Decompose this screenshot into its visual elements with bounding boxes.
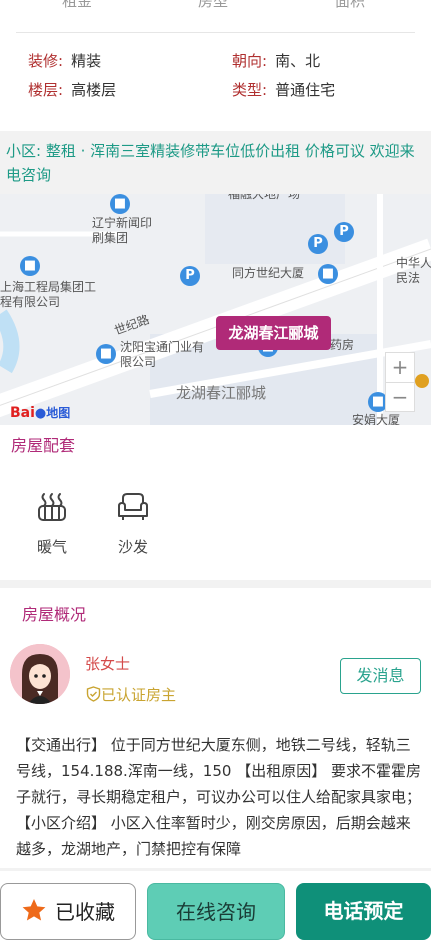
map-label: 沈阳宝通门业有限公司 xyxy=(120,340,205,369)
attr-value: 高楼层 xyxy=(71,81,117,99)
listing-attributes-card: 租金 房型 面积 装修: 精装 朝向: 南、北 楼层: 高楼层 类型: 普通住宅 xyxy=(0,0,431,131)
floor-attr: 楼层: 高楼层 xyxy=(28,79,116,100)
facilities-section: 房屋配套 暖气 沙发 xyxy=(0,425,431,580)
attr-key: 楼层: xyxy=(28,81,64,99)
facility-label: 沙发 xyxy=(117,538,148,556)
map-zoom-control: + − xyxy=(385,352,415,412)
cut-label-row: 租金 房型 面积 xyxy=(0,0,431,12)
zoom-in-button[interactable]: + xyxy=(386,353,414,382)
map-label: 龙湖春江郦城 xyxy=(176,384,267,402)
online-consult-button[interactable]: 在线咨询 xyxy=(147,883,285,940)
decoration-attr: 装修: 精装 xyxy=(28,50,101,71)
phone-booking-button[interactable]: 电话预定 xyxy=(296,883,431,940)
favorite-button[interactable]: 已收藏 xyxy=(0,883,136,940)
divider xyxy=(16,32,415,33)
owner-avatar xyxy=(10,644,70,704)
verified-label: 已认证房主 xyxy=(101,686,177,704)
facility-radiator: 暖气 xyxy=(22,488,82,557)
avatar-icon xyxy=(10,644,70,704)
radiator-icon xyxy=(38,493,66,521)
listing-description: 【交通出行】 位于同方世纪大厦东侧，地铁二号线，轻轨三号线，154.188.浑南… xyxy=(16,736,422,858)
map-label: 安娟大厦 xyxy=(352,413,401,425)
map-label: 辽宁新闻印刷集团 xyxy=(92,216,153,245)
parking-icon: P xyxy=(334,222,354,242)
facilities-title: 房屋配套 xyxy=(11,436,76,455)
owner-name: 张女士 xyxy=(85,655,131,673)
location-map[interactable]: 福融大地广场 ■ 辽宁新闻印刷集团 P P P ■ 上海工程局集团工程有限公司 … xyxy=(0,194,431,425)
star-icon xyxy=(22,899,46,921)
pin-icon: ■ xyxy=(96,344,116,364)
emblem-icon xyxy=(415,374,429,388)
pin-icon: ■ xyxy=(20,256,40,276)
facility-sofa: 沙发 xyxy=(103,488,163,557)
attr-value: 精装 xyxy=(71,52,102,70)
map-label: 药房 xyxy=(330,338,355,352)
area-label: 面积 xyxy=(335,0,366,10)
parking-icon: P xyxy=(308,234,328,254)
map-label: 中华人民法 xyxy=(396,256,431,285)
attr-key: 类型: xyxy=(232,81,268,99)
zoom-out-button[interactable]: − xyxy=(386,382,414,411)
map-label: 上海工程局集团工程有限公司 xyxy=(0,280,97,309)
rent-label: 租金 xyxy=(62,0,93,10)
map-label: 同方世纪大厦 xyxy=(232,266,305,280)
layout-label: 房型 xyxy=(198,0,229,10)
community-marker[interactable]: 龙湖春江郦城 xyxy=(216,316,331,350)
facility-label: 暖气 xyxy=(36,538,67,556)
orientation-attr: 朝向: 南、北 xyxy=(232,50,320,71)
bottom-action-bar: 已收藏 在线咨询 电话预定 xyxy=(0,871,431,941)
parking-icon: P xyxy=(180,266,200,286)
favorite-label: 已收藏 xyxy=(55,900,115,924)
shield-check-icon xyxy=(86,686,101,702)
verified-badge: 已认证房主 xyxy=(86,684,176,705)
attr-key: 朝向: xyxy=(232,52,268,70)
map-label: 福融大地广场 xyxy=(228,194,301,201)
attr-key: 装修: xyxy=(28,52,64,70)
pin-icon: ■ xyxy=(110,194,130,214)
type-attr: 类型: 普通住宅 xyxy=(232,79,335,100)
community-info: 小区: 整租 · 浑南三室精装修带车位低价出租 价格可议 欢迎来电咨询 xyxy=(0,131,431,194)
attr-value: 普通住宅 xyxy=(275,81,336,99)
attr-value: 南、北 xyxy=(275,52,321,70)
sofa-icon xyxy=(118,493,148,520)
baidu-map-logo: Bai●地图 xyxy=(10,405,71,421)
send-message-button[interactable]: 发消息 xyxy=(340,658,421,694)
pin-icon: ■ xyxy=(318,264,338,284)
overview-title: 房屋概况 xyxy=(22,605,87,624)
